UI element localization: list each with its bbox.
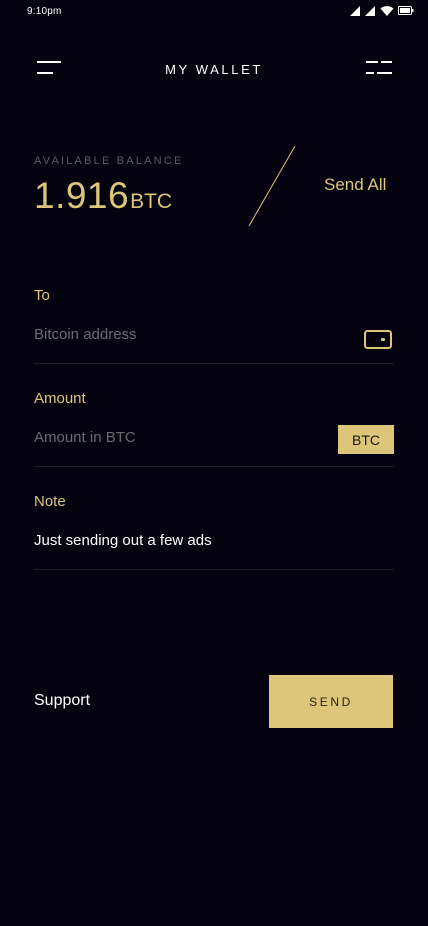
bitcoin-address-input[interactable]: Bitcoin address [34, 326, 137, 343]
filter-icon[interactable] [366, 60, 392, 76]
balance-value: 1.916 BTC [34, 175, 172, 217]
status-time: 9:10pm [27, 6, 62, 17]
to-label: To [34, 287, 50, 304]
wifi-icon [380, 6, 394, 16]
to-divider [34, 363, 394, 364]
wallet-screen: 9:10pm MY WALLET AVAILABLE BALANCE 1.916… [0, 0, 428, 926]
note-input[interactable]: Just sending out a few ads [34, 532, 212, 549]
balance-unit: BTC [130, 190, 173, 213]
balance-label: AVAILABLE BALANCE [34, 155, 184, 167]
page-title: MY WALLET [165, 62, 263, 77]
amount-label: Amount [34, 390, 86, 407]
send-button[interactable]: SEND [269, 675, 393, 728]
divider-slash [248, 145, 296, 227]
battery-icon [398, 6, 414, 15]
amount-divider [34, 466, 394, 467]
amount-input[interactable]: Amount in BTC [34, 429, 136, 446]
wallet-icon[interactable] [364, 329, 392, 350]
note-divider [34, 569, 394, 570]
support-link[interactable]: Support [34, 692, 90, 710]
currency-selector[interactable]: BTC [338, 425, 394, 454]
signal-icon [365, 5, 375, 16]
note-label: Note [34, 493, 66, 510]
send-all-button[interactable]: Send All [324, 175, 386, 195]
balance-amount: 1.916 [34, 175, 130, 216]
signal-icon [350, 5, 360, 16]
status-icons [350, 5, 414, 16]
